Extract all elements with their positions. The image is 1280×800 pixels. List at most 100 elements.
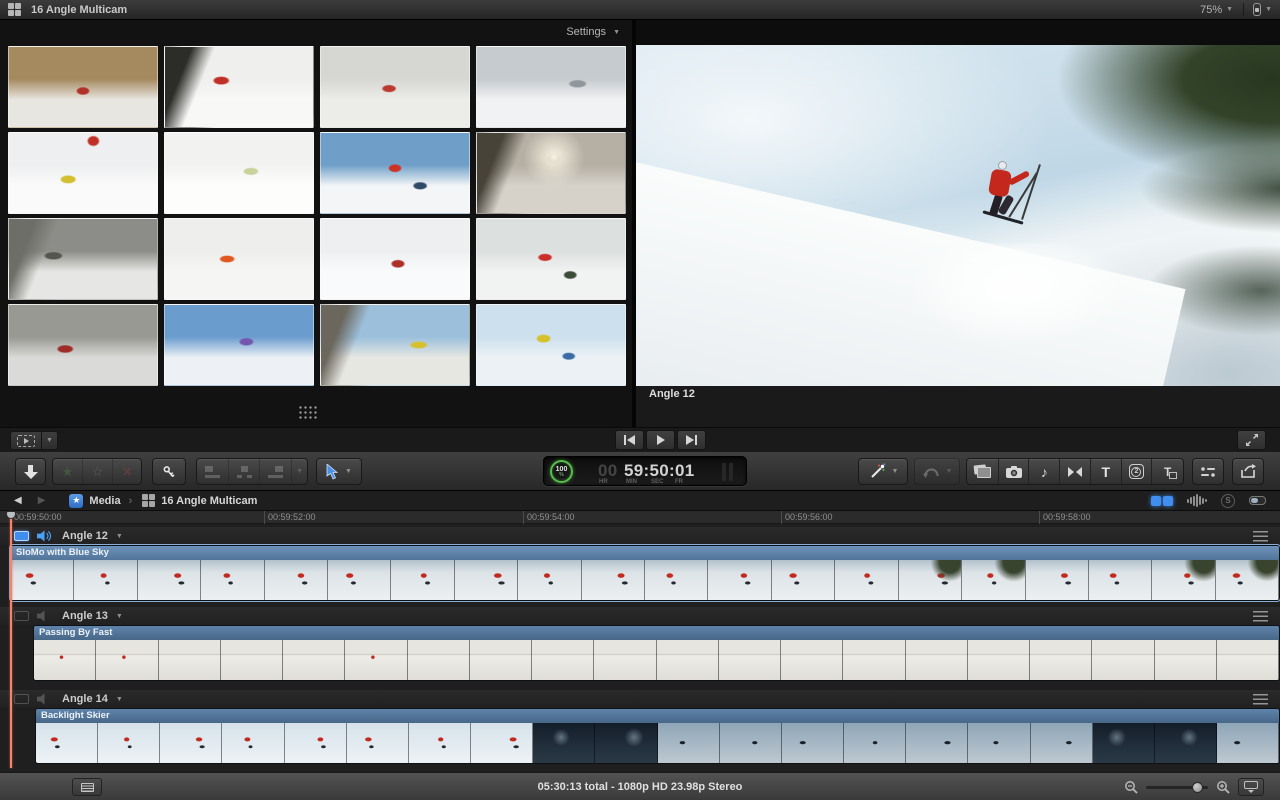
music-browser-button[interactable]: ♪ (1029, 459, 1060, 484)
timeline-index-button[interactable] (72, 778, 102, 796)
skimming-icon[interactable]: S (1221, 494, 1235, 508)
chevron-down-icon[interactable]: ▼ (116, 533, 123, 540)
grid-layout-button[interactable] (297, 404, 317, 420)
breadcrumb-separator: › (129, 495, 133, 507)
track-header-angle-12: Angle 12 ▼ (0, 527, 1280, 545)
clip-backlight-skier[interactable]: Backlight Skier (35, 708, 1280, 764)
snapping-toggle-icon[interactable] (1249, 496, 1266, 505)
track-menu-icon[interactable] (1253, 694, 1268, 705)
angle-thumbnail[interactable] (164, 132, 314, 214)
fullscreen-button[interactable] (1237, 430, 1266, 450)
clip-passing-by-fast[interactable]: Passing By Fast (33, 625, 1280, 681)
select-tool-button[interactable]: ▼ (316, 458, 362, 485)
filmstrip-view-icon[interactable] (1151, 496, 1173, 506)
titles-browser-button[interactable]: T (1091, 459, 1122, 484)
track-angle-name[interactable]: Angle 12 (62, 530, 108, 542)
insert-edit-button[interactable] (229, 459, 261, 484)
audio-speaker-icon[interactable] (37, 530, 52, 542)
breadcrumb-collection[interactable]: Media (89, 495, 120, 507)
clip-appearance-button[interactable] (1238, 778, 1264, 796)
previous-frame-button[interactable] (615, 430, 644, 450)
audio-speaker-icon[interactable] (37, 610, 52, 622)
next-frame-button[interactable] (677, 430, 706, 450)
filmstrip-frame (285, 723, 347, 764)
transitions-browser-button[interactable] (1060, 459, 1091, 484)
angle-thumbnail[interactable] (8, 46, 158, 128)
angle-thumbnail[interactable] (476, 46, 626, 128)
import-button[interactable] (15, 458, 46, 485)
unrate-button[interactable]: ☆ (83, 459, 113, 484)
waveform-view-icon[interactable] (1187, 494, 1207, 508)
viewer-overlay-tool-dropdown[interactable]: ▼ (42, 431, 58, 450)
photos-browser-button[interactable] (967, 459, 999, 484)
angle-thumbnail[interactable] (164, 46, 314, 128)
breadcrumb-project[interactable]: 16 Angle Multicam (161, 495, 257, 507)
settings-button[interactable]: Settings ▼ (566, 26, 620, 38)
status-bar: 05:30:13 total - 1080p HD 23.98p Stereo (0, 772, 1280, 800)
reject-button[interactable]: ✕ (113, 459, 141, 484)
timecode-hours: 00 (598, 461, 618, 481)
keyword-button[interactable] (152, 458, 186, 485)
playhead[interactable] (10, 511, 12, 768)
audio-speaker-icon[interactable] (37, 693, 52, 705)
append-edit-button[interactable] (260, 459, 292, 484)
edit-options-dropdown[interactable]: ▼ (292, 459, 307, 484)
angle-thumbnail[interactable] (164, 218, 314, 300)
zoom-slider-knob[interactable] (1192, 782, 1203, 793)
enhancements-button[interactable]: ▼ (858, 458, 908, 485)
video-monitor-icon[interactable] (14, 611, 29, 621)
filmstrip-frame (962, 560, 1025, 601)
viewer-overlay-tool-button[interactable] (10, 431, 42, 450)
zoom-in-icon[interactable] (1216, 780, 1230, 794)
angle-thumbnail[interactable] (476, 132, 626, 214)
connect-edit-button[interactable] (197, 459, 229, 484)
skier-figure (964, 161, 1044, 281)
track-menu-icon[interactable] (1253, 531, 1268, 542)
filmstrip-frame (906, 723, 968, 764)
play-button[interactable] (646, 430, 675, 450)
share-button[interactable] (1232, 458, 1264, 485)
track-angle-name[interactable]: Angle 13 (62, 610, 108, 622)
back-button[interactable]: ◀ (14, 495, 22, 506)
chevron-down-icon[interactable]: ▼ (116, 696, 123, 703)
angle-thumbnail[interactable] (320, 46, 470, 128)
clip-slomo-with-blue-sky[interactable]: SloMo with Blue Sky (10, 545, 1280, 601)
angle-thumbnail[interactable] (8, 304, 158, 386)
timeline-zoom-slider[interactable] (1146, 786, 1208, 789)
angle-thumbnail[interactable] (476, 304, 626, 386)
inspector-button[interactable] (1192, 458, 1224, 485)
video-monitor-icon[interactable] (14, 531, 29, 541)
import-camera-button[interactable] (999, 459, 1030, 484)
track-angle-name[interactable]: Angle 14 (62, 693, 108, 705)
generators-browser-button[interactable]: 2 (1122, 459, 1153, 484)
viewer-tools: ▼ (10, 431, 58, 450)
retime-button[interactable]: ▼ (914, 458, 960, 485)
angle-thumbnail[interactable] (476, 218, 626, 300)
viewer-zoom-select[interactable]: 75% ▼ (1200, 4, 1233, 16)
zoom-out-icon[interactable] (1124, 780, 1138, 794)
chevron-down-icon[interactable]: ▼ (116, 613, 123, 620)
filmstrip-frame (1152, 560, 1215, 601)
track-menu-icon[interactable] (1253, 611, 1268, 622)
angle-thumbnail[interactable] (164, 304, 314, 386)
filmstrip-frame (657, 640, 719, 681)
panel-divider (632, 20, 636, 452)
display-options-button[interactable]: ▼ (1243, 3, 1272, 16)
sliders-icon (1200, 466, 1216, 478)
video-monitor-icon[interactable] (14, 694, 29, 704)
angle-thumbnail[interactable] (320, 218, 470, 300)
themes-browser-button[interactable]: T (1152, 459, 1183, 484)
audio-meters[interactable] (722, 463, 733, 481)
key-icon (161, 464, 177, 480)
angle-thumbnail[interactable] (8, 218, 158, 300)
angle-grid-header: Settings ▼ (0, 20, 632, 44)
timeline-ruler[interactable]: 00:59:50:0000:59:52:0000:59:54:0000:59:5… (0, 511, 1280, 524)
favorite-button[interactable]: ★ (53, 459, 83, 484)
angle-thumbnail[interactable] (8, 132, 158, 214)
title-bar: 16 Angle Multicam 75% ▼ ▼ (0, 0, 1280, 20)
import-arrow-icon (24, 465, 38, 479)
project-summary: 05:30:13 total - 1080p HD 23.98p Stereo (538, 781, 743, 793)
forward-button[interactable]: ▶ (38, 495, 46, 506)
angle-thumbnail[interactable] (320, 132, 470, 214)
angle-thumbnail[interactable] (320, 304, 470, 386)
